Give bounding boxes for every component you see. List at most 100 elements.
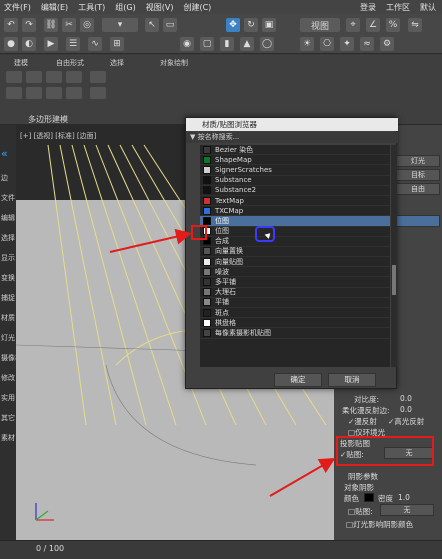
system-icon[interactable]: ⚙ — [380, 37, 394, 51]
map-list-item[interactable]: 合成 — [200, 237, 390, 247]
ribbon-tool-3[interactable] — [46, 71, 62, 83]
shadow-color-swatch[interactable] — [364, 493, 374, 502]
select-icon[interactable]: ↖ — [145, 18, 159, 32]
menu-views[interactable]: 视图(V) — [146, 2, 174, 13]
material-icon[interactable]: ● — [4, 37, 18, 51]
leftbar-item[interactable]: 选择 — [1, 233, 15, 243]
timeline[interactable]: 0 / 100 — [0, 540, 442, 559]
dialog-title[interactable]: 材质/贴图浏览器 — [186, 118, 398, 131]
sphere-icon[interactable]: ◉ — [180, 37, 194, 51]
ribbon-tool-4[interactable] — [66, 71, 82, 83]
diffuse-checkbox[interactable]: ✓漫反射 — [348, 416, 377, 427]
workspace-default[interactable]: 默认 — [420, 2, 436, 13]
map-list-item[interactable]: 斑点 — [200, 308, 390, 319]
rp-selected-row[interactable] — [396, 215, 440, 227]
soften-value[interactable]: 0.0 — [400, 405, 412, 414]
map-list-item[interactable]: 噪波 — [200, 267, 390, 278]
map-list-item[interactable]: 平铺 — [200, 298, 390, 308]
map-list-item[interactable]: 向量贴图 — [200, 257, 390, 268]
ribbon-panel-label[interactable]: 多边形建模 — [28, 114, 68, 125]
map-list-item[interactable]: 多平铺 — [200, 277, 390, 288]
map-list[interactable]: Bezier 染色 ShapeMap SignerScratches Substanc… — [200, 145, 390, 367]
map-list-item[interactable]: 棋盘格 — [200, 318, 390, 329]
map-list-item[interactable]: Substance — [200, 176, 390, 186]
map-list-item[interactable]: TXCMap — [200, 206, 390, 217]
scale-icon[interactable]: ▣ — [262, 18, 276, 32]
leftbar-item[interactable]: 其它 — [1, 413, 15, 423]
leftbar-item[interactable]: 文件 — [1, 193, 15, 203]
undo-icon[interactable]: ↶ — [4, 18, 18, 32]
selection-filter-dropdown[interactable]: ▾ — [102, 18, 138, 32]
ribbon-tool-5[interactable] — [90, 71, 106, 83]
density-value[interactable]: 1.0 — [398, 493, 410, 502]
menu-create[interactable]: 创建(C) — [183, 2, 211, 13]
dialog-search-bar[interactable]: ▼ 按名称搜索... — [186, 132, 398, 143]
map-list-item[interactable]: Substance2 — [200, 186, 390, 196]
helper-icon[interactable]: ✦ — [340, 37, 354, 51]
map-list-item[interactable]: 向量置换 — [200, 247, 390, 258]
rotate-icon[interactable]: ↻ — [244, 18, 258, 32]
map-list-scrollbar[interactable] — [391, 145, 397, 367]
view-dropdown[interactable]: 视图 — [300, 18, 340, 32]
shadow-params-title[interactable]: 阴影参数 — [348, 471, 378, 482]
menu-edit[interactable]: 编辑(E) — [41, 2, 68, 13]
rp-list-item-target[interactable]: 目标 — [396, 169, 440, 181]
leftbar-item[interactable]: 实用 — [1, 393, 15, 403]
map-list-item[interactable]: ShapeMap — [200, 155, 390, 166]
leftbar-item[interactable]: 捕捉 — [1, 293, 15, 303]
snap-icon[interactable]: ⌖ — [346, 18, 360, 32]
rp-list-item-free[interactable]: 自由 — [396, 183, 440, 195]
scrollbar-thumb[interactable] — [392, 265, 396, 295]
leftbar-item[interactable]: 编辑 — [1, 213, 15, 223]
cylinder-icon[interactable]: ▮ — [220, 37, 234, 51]
leftbar-item[interactable]: 修改 — [1, 373, 15, 383]
menu-tools[interactable]: 工具(T) — [78, 2, 105, 13]
contrast-value[interactable]: 0.0 — [400, 394, 412, 403]
percent-snap-icon[interactable]: % — [386, 18, 400, 32]
ribbon-tool-8[interactable] — [46, 87, 62, 99]
bind-icon[interactable]: ◎ — [80, 18, 94, 32]
ribbon-tool-2[interactable] — [26, 71, 42, 83]
rp-list-item-light[interactable]: 灯光 — [396, 155, 440, 167]
mirror-icon[interactable]: ⇋ — [408, 18, 422, 32]
ribbon-tab-selection[interactable]: 选择 — [110, 58, 124, 68]
menu-file[interactable]: 文件(F) — [4, 2, 31, 13]
camera-icon[interactable]: ⎔ — [320, 37, 334, 51]
unlink-icon[interactable]: ✂ — [62, 18, 76, 32]
schematic-icon[interactable]: ⊞ — [110, 37, 124, 51]
ribbon-tool-6[interactable] — [6, 87, 22, 99]
specular-checkbox[interactable]: ✓高光反射 — [388, 416, 424, 427]
shadow-map-checkbox[interactable]: □贴图: — [348, 506, 373, 517]
box-icon[interactable]: ▢ — [200, 37, 214, 51]
link-icon[interactable]: ⛓ — [44, 18, 58, 32]
map-list-item[interactable]: 位图 — [200, 216, 390, 227]
torus-icon[interactable]: ◯ — [260, 37, 274, 51]
spacewarp-icon[interactable]: ≈ — [360, 37, 374, 51]
map-list-item[interactable]: 大理石 — [200, 288, 390, 298]
ok-button[interactable]: 确定 — [274, 373, 322, 387]
leftbar-item[interactable]: 材质 — [1, 313, 15, 323]
cancel-button[interactable]: 取消 — [328, 373, 376, 387]
light-affects-checkbox[interactable]: □灯光影响阴影颜色 — [346, 519, 413, 530]
curve-icon[interactable]: ∿ — [88, 37, 102, 51]
map-list-item[interactable]: 位图 — [200, 227, 390, 237]
ribbon-tool-1[interactable] — [6, 71, 22, 83]
ribbon-tool-7[interactable] — [26, 87, 42, 99]
map-list-item[interactable]: SignerScratches — [200, 165, 390, 176]
layer-icon[interactable]: ☰ — [66, 37, 80, 51]
map-list-item[interactable]: 每像素摄影机贴图 — [200, 328, 390, 339]
ribbon-tool-9[interactable] — [66, 87, 82, 99]
ribbon-tool-10[interactable] — [90, 87, 106, 99]
ribbon-tab-modeling[interactable]: 建模 — [14, 58, 28, 68]
signin-link[interactable]: 登录 — [360, 2, 376, 13]
map-list-item[interactable]: TextMap — [200, 196, 390, 207]
render-icon[interactable]: ▶ — [44, 37, 58, 51]
leftbar-item[interactable]: 素材 — [1, 433, 15, 443]
move-icon[interactable]: ✥ — [226, 18, 240, 32]
leftbar-item[interactable]: 灯光 — [1, 333, 15, 343]
render-setup-icon[interactable]: ◐ — [22, 37, 36, 51]
shadow-map-button[interactable]: 无 — [380, 504, 434, 516]
map-list-item[interactable]: Bezier 染色 — [200, 145, 390, 156]
redo-icon[interactable]: ↷ — [22, 18, 36, 32]
ribbon-tab-freeform[interactable]: 自由形式 — [56, 58, 84, 68]
